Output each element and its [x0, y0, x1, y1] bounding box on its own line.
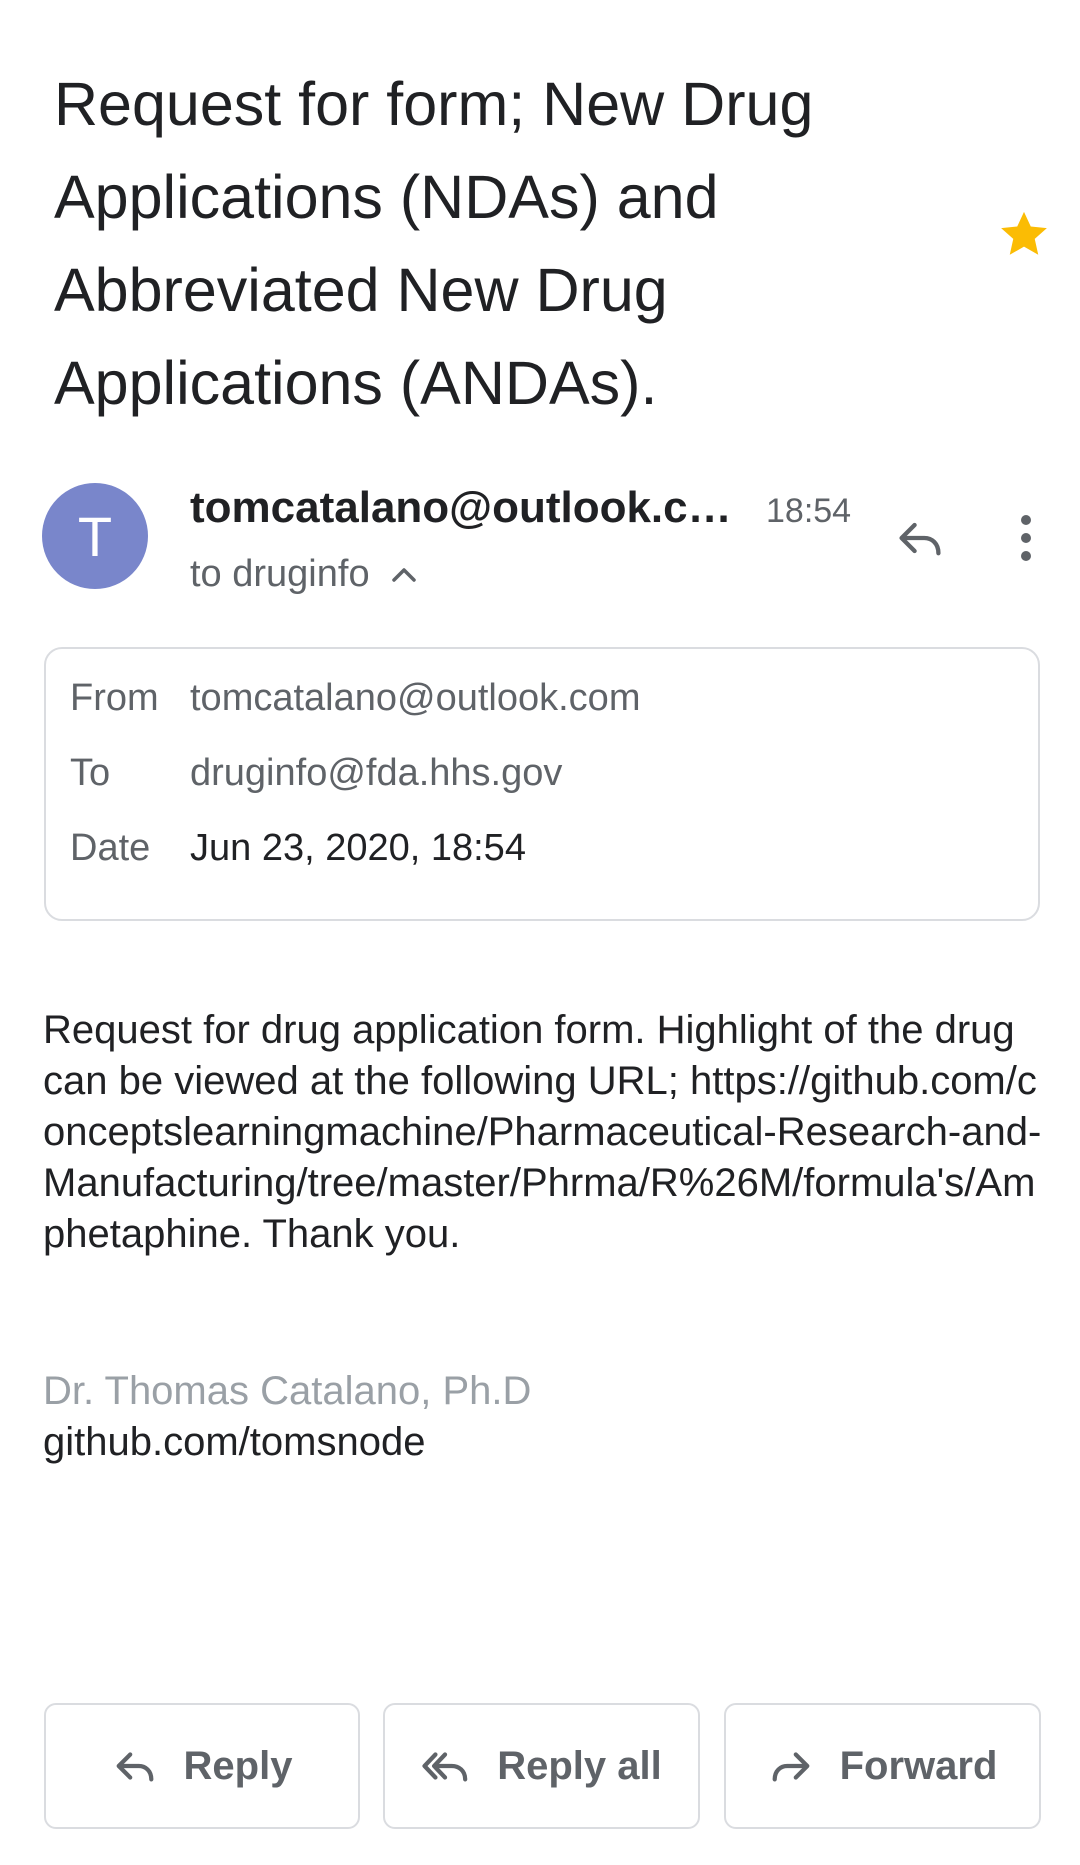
details-to-row: To druginfo@fda.hhs.gov: [70, 748, 562, 798]
email-subject: Request for form; New Drug Applications …: [54, 70, 814, 417]
avatar: T: [42, 483, 148, 589]
star-icon[interactable]: [996, 206, 1052, 262]
email-body: Request for drug application form. Highl…: [43, 1008, 1042, 1256]
email-details-panel: From tomcatalano@outlook.com To druginfo…: [44, 647, 1040, 921]
details-to-value[interactable]: druginfo@fda.hhs.gov: [190, 748, 562, 798]
reply-button-label: Reply: [183, 1743, 293, 1788]
details-from-label: From: [70, 677, 159, 719]
forward-button[interactable]: Forward: [724, 1703, 1041, 1829]
avatar-letter: T: [77, 504, 113, 568]
details-date-label: Date: [70, 827, 151, 869]
details-from-row: From tomcatalano@outlook.com: [70, 673, 640, 723]
forward-icon: [772, 1752, 809, 1782]
reply-all-icon: [422, 1752, 468, 1782]
signature-link[interactable]: github.com/tomsnode: [43, 1417, 425, 1468]
sender-address: tomcatalano@outlook.com: [190, 483, 745, 532]
reply-button[interactable]: Reply: [44, 1703, 360, 1829]
chevron-up-icon: [391, 568, 416, 582]
details-from-value[interactable]: tomcatalano@outlook.com: [190, 673, 640, 723]
signature-name: Dr. Thomas Catalano, Ph.D: [43, 1369, 532, 1413]
more-vert-icon[interactable]: [1004, 506, 1048, 570]
reply-all-button-label: Reply all: [497, 1743, 662, 1788]
reply-icon: [116, 1752, 153, 1782]
recipient-summary-label: to druginfo: [190, 553, 370, 595]
details-date-value: Jun 23, 2020, 18:54: [190, 827, 526, 869]
reply-all-button[interactable]: Reply all: [383, 1703, 700, 1829]
details-date-row: Date Jun 23, 2020, 18:54: [70, 823, 526, 873]
reply-icon[interactable]: [888, 506, 952, 570]
email-time: 18:54: [766, 492, 852, 530]
details-to-label: To: [70, 752, 111, 794]
recipient-summary[interactable]: to druginfo: [190, 548, 418, 600]
forward-button-label: Forward: [839, 1743, 998, 1788]
